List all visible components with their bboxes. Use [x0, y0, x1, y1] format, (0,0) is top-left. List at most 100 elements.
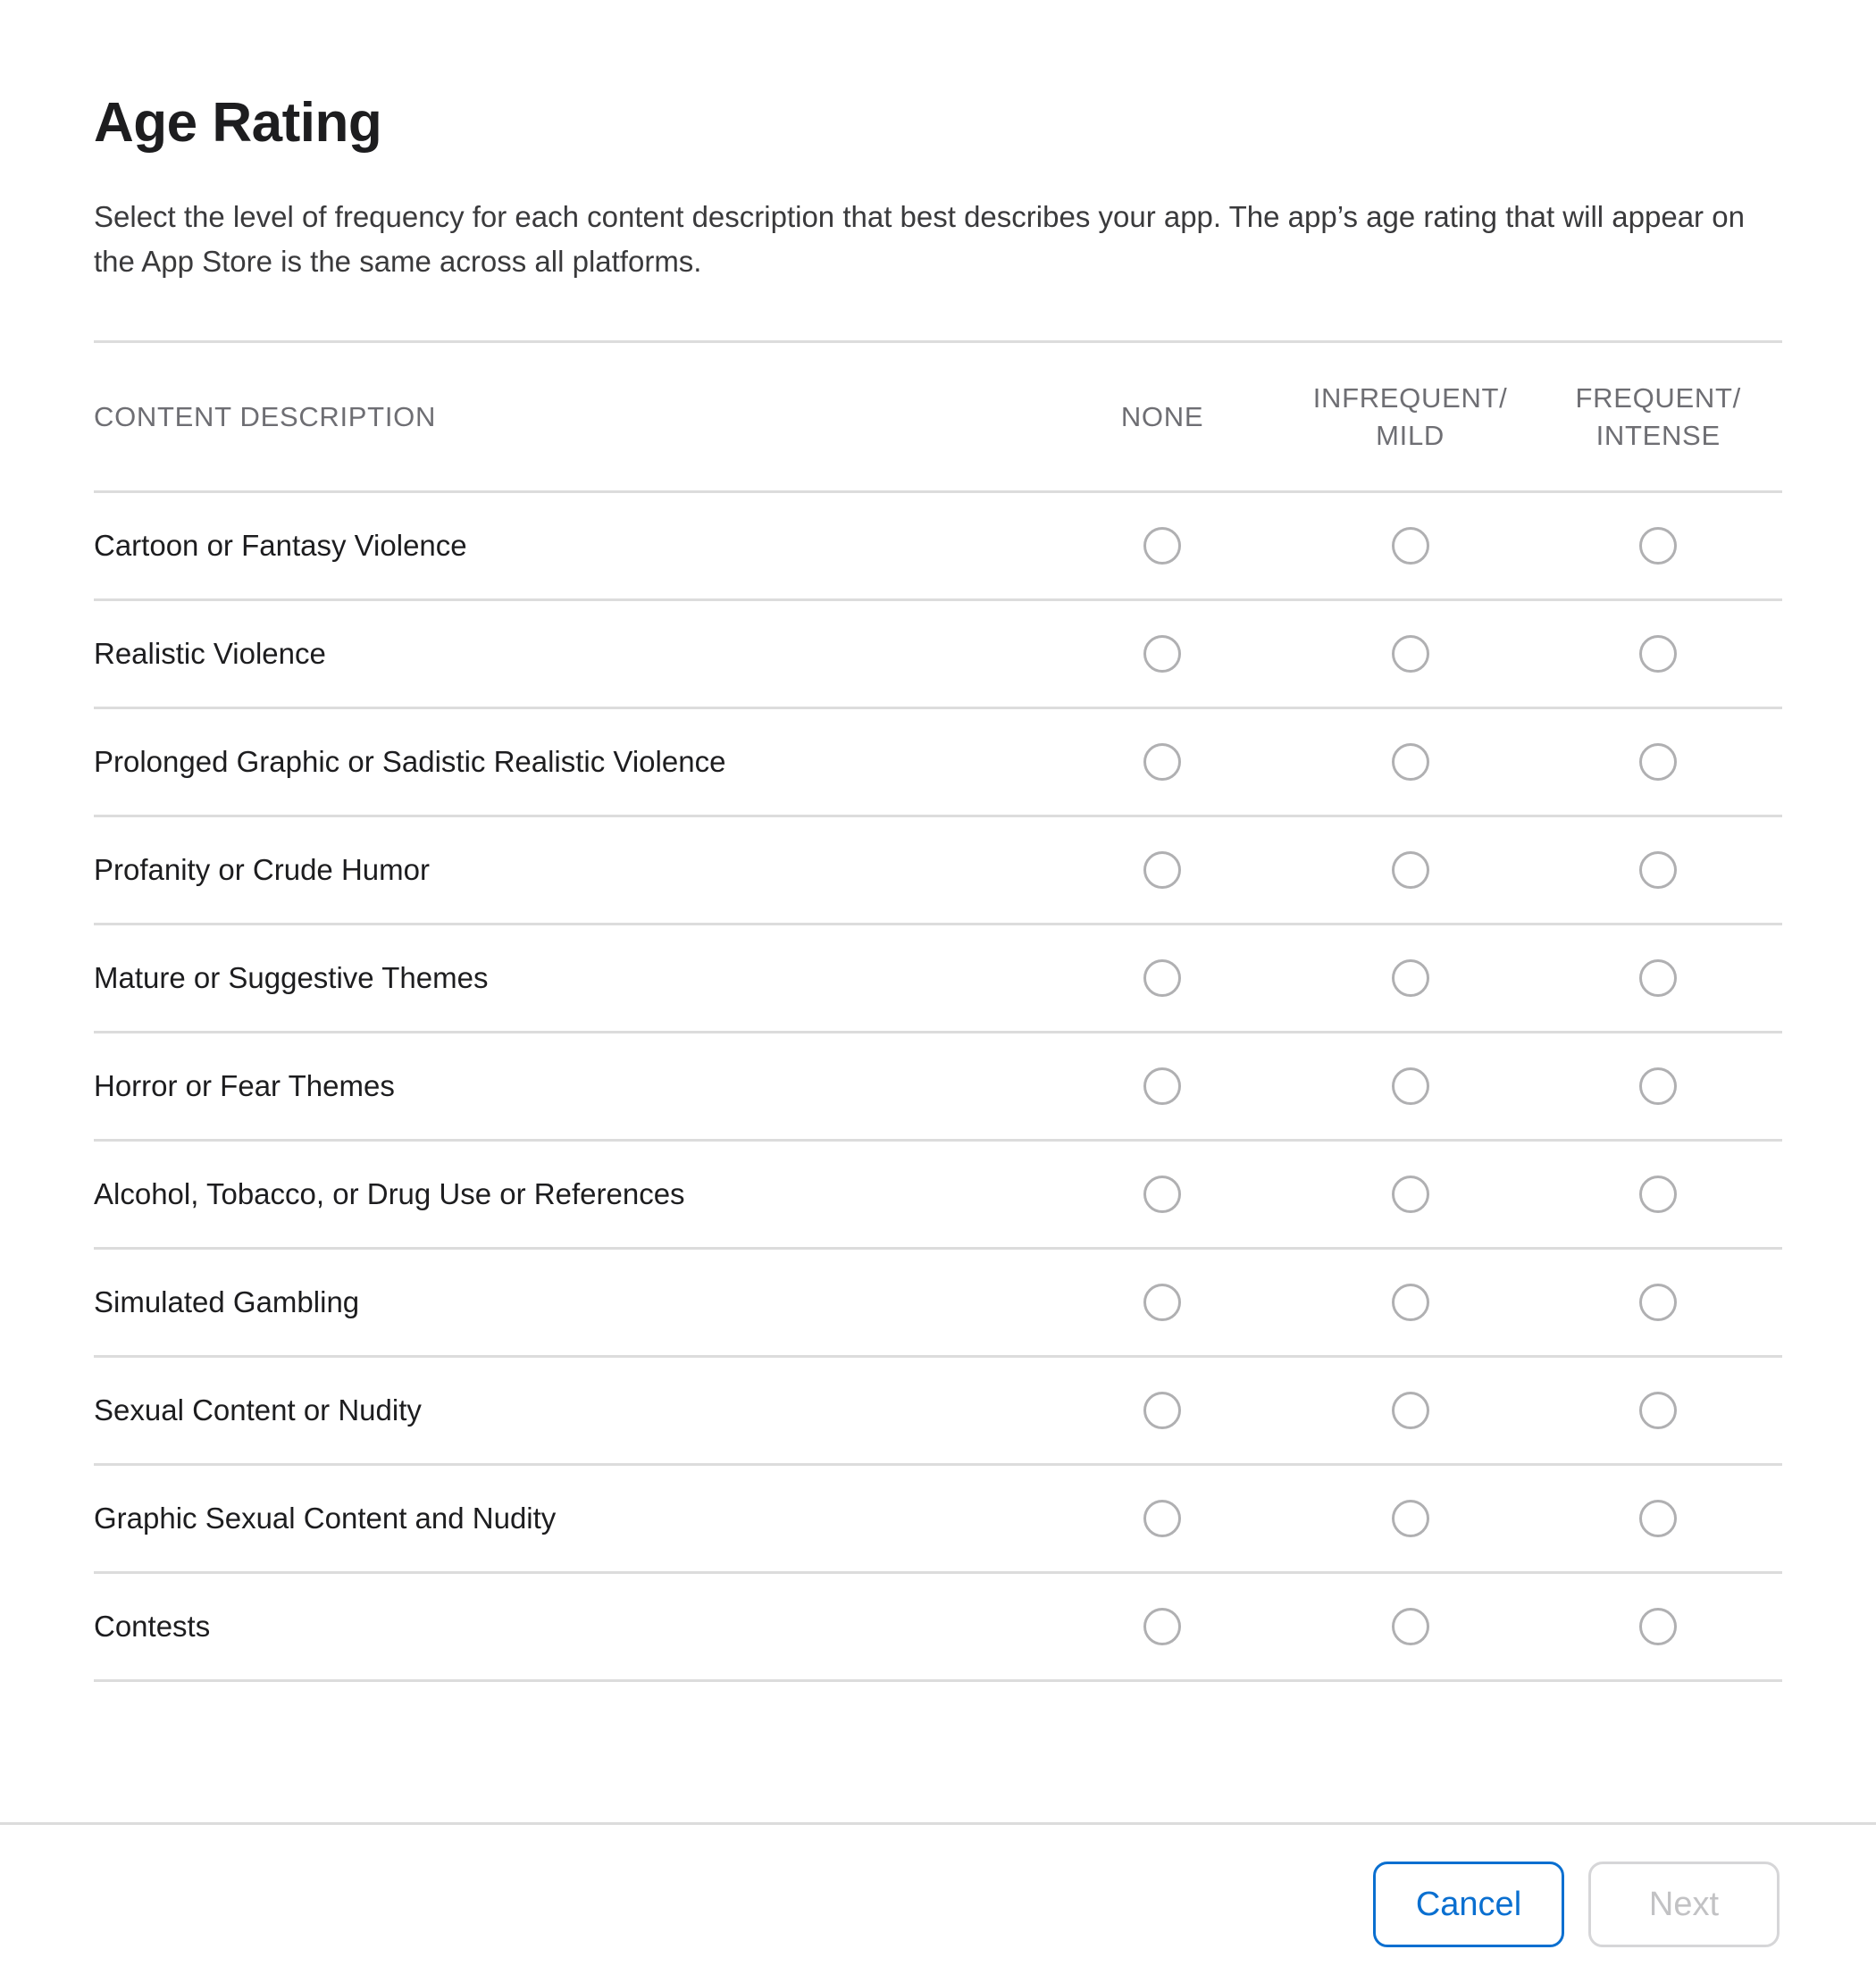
radio-cell-infrequent-mild[interactable] — [1286, 1248, 1535, 1359]
radio-cell-frequent-intense[interactable] — [1534, 707, 1782, 818]
radio-button-none[interactable] — [1143, 851, 1182, 890]
radio-cell-infrequent-mild[interactable] — [1286, 491, 1535, 602]
dialog-footer: Cancel Next — [0, 1822, 1876, 1983]
radio-button-none[interactable] — [1143, 1284, 1182, 1322]
radio-cell-infrequent-mild[interactable] — [1286, 816, 1535, 926]
radio-cell-none[interactable] — [1038, 1248, 1286, 1359]
radio-cell-frequent-intense[interactable] — [1534, 1464, 1782, 1575]
radio-button-frequent-intense[interactable] — [1639, 635, 1678, 674]
radio-cell-none[interactable] — [1038, 1356, 1286, 1467]
content-description-label: Sexual Content or Nudity — [94, 1356, 1039, 1467]
radio-button-none[interactable] — [1143, 959, 1182, 998]
radio-button-infrequent-mild[interactable] — [1391, 1176, 1429, 1214]
radio-button-infrequent-mild[interactable] — [1391, 1067, 1429, 1106]
radio-cell-none[interactable] — [1038, 1464, 1286, 1575]
radio-cell-none[interactable] — [1038, 816, 1286, 926]
radio-cell-frequent-intense[interactable] — [1534, 816, 1782, 926]
radio-button-frequent-intense[interactable] — [1639, 1500, 1678, 1538]
content-description-table-wrap: CONTENT DESCRIPTION NONE INFREQUENT/ MIL… — [0, 340, 1876, 1822]
radio-cell-infrequent-mild[interactable] — [1286, 599, 1535, 710]
radio-cell-infrequent-mild[interactable] — [1286, 707, 1535, 818]
column-header-frequent-intense-line2: INTENSE — [1595, 419, 1721, 451]
radio-button-frequent-intense[interactable] — [1639, 743, 1678, 782]
radio-button-frequent-intense[interactable] — [1639, 959, 1678, 998]
radio-cell-none[interactable] — [1038, 1140, 1286, 1251]
radio-cell-none[interactable] — [1038, 491, 1286, 602]
column-header-frequent-intense: FREQUENT/ INTENSE — [1534, 340, 1782, 494]
radio-cell-none[interactable] — [1038, 707, 1286, 818]
radio-button-infrequent-mild[interactable] — [1391, 1500, 1429, 1538]
radio-button-frequent-intense[interactable] — [1639, 1176, 1678, 1214]
radio-cell-frequent-intense[interactable] — [1534, 1356, 1782, 1467]
radio-button-none[interactable] — [1143, 743, 1182, 782]
table-row: Sexual Content or Nudity — [94, 1356, 1782, 1467]
radio-button-frequent-intense[interactable] — [1639, 1392, 1678, 1430]
radio-button-none[interactable] — [1143, 1067, 1182, 1106]
radio-cell-none[interactable] — [1038, 599, 1286, 710]
radio-button-none[interactable] — [1143, 635, 1182, 674]
radio-button-frequent-intense[interactable] — [1639, 1608, 1678, 1646]
radio-button-frequent-intense[interactable] — [1639, 527, 1678, 565]
radio-cell-infrequent-mild[interactable] — [1286, 1572, 1535, 1683]
radio-button-frequent-intense[interactable] — [1639, 1067, 1678, 1106]
column-header-infrequent-mild: INFREQUENT/ MILD — [1286, 340, 1535, 494]
content-description-label: Horror or Fear Themes — [94, 1032, 1039, 1142]
next-button[interactable]: Next — [1588, 1861, 1780, 1947]
radio-button-infrequent-mild[interactable] — [1391, 743, 1429, 782]
page-title: Age Rating — [94, 92, 382, 154]
table-row: Alcohol, Tobacco, or Drug Use or Referen… — [94, 1140, 1782, 1251]
content-description-label: Profanity or Crude Humor — [94, 816, 1039, 926]
radio-button-infrequent-mild[interactable] — [1391, 1392, 1429, 1430]
radio-button-none[interactable] — [1143, 1500, 1182, 1538]
radio-cell-infrequent-mild[interactable] — [1286, 924, 1535, 1034]
content-description-label: Contests — [94, 1572, 1039, 1683]
column-header-infrequent-mild-line2: MILD — [1376, 419, 1445, 451]
table-row: Realistic Violence — [94, 599, 1782, 710]
content-description-label: Graphic Sexual Content and Nudity — [94, 1464, 1039, 1575]
age-rating-dialog: Age Rating Select the level of frequency… — [0, 0, 1876, 1983]
table-row: Cartoon or Fantasy Violence — [94, 491, 1782, 602]
content-description-label: Realistic Violence — [94, 599, 1039, 710]
column-header-infrequent-mild-line1: INFREQUENT/ — [1312, 382, 1508, 414]
column-header-frequent-intense-line1: FREQUENT/ — [1575, 382, 1741, 414]
radio-cell-frequent-intense[interactable] — [1534, 1572, 1782, 1683]
radio-cell-frequent-intense[interactable] — [1534, 924, 1782, 1034]
table-row: Horror or Fear Themes — [94, 1032, 1782, 1142]
radio-cell-frequent-intense[interactable] — [1534, 1032, 1782, 1142]
radio-cell-none[interactable] — [1038, 924, 1286, 1034]
radio-cell-frequent-intense[interactable] — [1534, 1248, 1782, 1359]
radio-button-infrequent-mild[interactable] — [1391, 527, 1429, 565]
radio-cell-none[interactable] — [1038, 1032, 1286, 1142]
radio-cell-infrequent-mild[interactable] — [1286, 1356, 1535, 1467]
radio-cell-none[interactable] — [1038, 1572, 1286, 1683]
table-row: Simulated Gambling — [94, 1248, 1782, 1359]
radio-button-infrequent-mild[interactable] — [1391, 851, 1429, 890]
column-header-none: NONE — [1038, 340, 1286, 494]
table-header: CONTENT DESCRIPTION NONE INFREQUENT/ MIL… — [94, 340, 1782, 494]
radio-button-infrequent-mild[interactable] — [1391, 635, 1429, 674]
radio-button-frequent-intense[interactable] — [1639, 851, 1678, 890]
radio-cell-infrequent-mild[interactable] — [1286, 1032, 1535, 1142]
radio-cell-infrequent-mild[interactable] — [1286, 1464, 1535, 1575]
content-description-label: Simulated Gambling — [94, 1248, 1039, 1359]
table-body: Cartoon or Fantasy Violence Realistic Vio… — [94, 491, 1782, 1683]
table-row: Graphic Sexual Content and Nudity — [94, 1464, 1782, 1575]
radio-cell-frequent-intense[interactable] — [1534, 491, 1782, 602]
radio-button-infrequent-mild[interactable] — [1391, 959, 1429, 998]
radio-button-none[interactable] — [1143, 1608, 1182, 1646]
age-rating-table: CONTENT DESCRIPTION NONE INFREQUENT/ MIL… — [94, 340, 1782, 1683]
radio-button-none[interactable] — [1143, 527, 1182, 565]
content-description-label: Mature or Suggestive Themes — [94, 924, 1039, 1034]
table-header-row: CONTENT DESCRIPTION NONE INFREQUENT/ MIL… — [94, 340, 1782, 494]
content-description-label: Alcohol, Tobacco, or Drug Use or Referen… — [94, 1140, 1039, 1251]
radio-cell-frequent-intense[interactable] — [1534, 1140, 1782, 1251]
radio-cell-frequent-intense[interactable] — [1534, 599, 1782, 710]
radio-button-none[interactable] — [1143, 1176, 1182, 1214]
radio-button-infrequent-mild[interactable] — [1391, 1284, 1429, 1322]
radio-button-infrequent-mild[interactable] — [1391, 1608, 1429, 1646]
table-row: Mature or Suggestive Themes — [94, 924, 1782, 1034]
radio-cell-infrequent-mild[interactable] — [1286, 1140, 1535, 1251]
radio-button-none[interactable] — [1143, 1392, 1182, 1430]
cancel-button[interactable]: Cancel — [1373, 1861, 1564, 1947]
radio-button-frequent-intense[interactable] — [1639, 1284, 1678, 1322]
